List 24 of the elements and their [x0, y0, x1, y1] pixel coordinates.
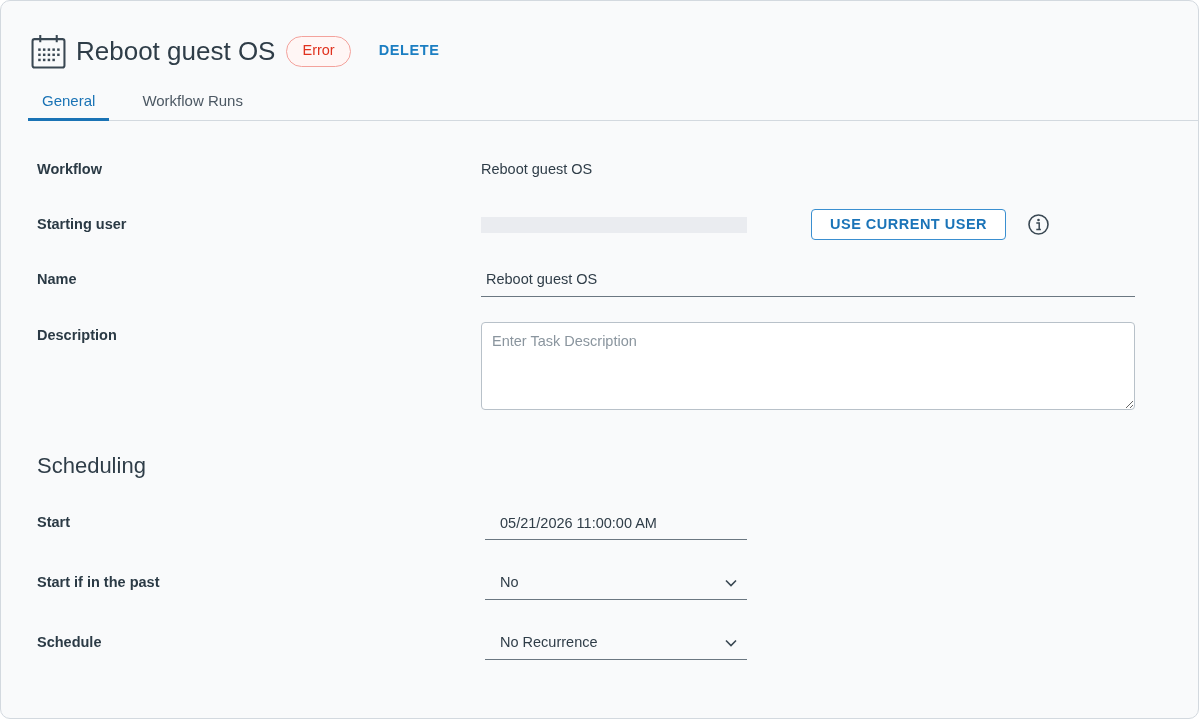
input-field[interactable]: Reboot guest OS: [481, 262, 1135, 297]
calendar-icon: [31, 33, 66, 69]
page-title: Reboot guest OS: [76, 35, 276, 68]
field-label: Name: [37, 269, 78, 289]
field-label: Workflow: [37, 159, 103, 179]
select-field[interactable]: No Recurrence: [485, 626, 747, 660]
tab[interactable]: Workflow Runs: [128, 84, 257, 121]
section-heading: Scheduling: [37, 452, 147, 480]
delete-link[interactable]: DELETE: [378, 40, 440, 62]
field-label: Start: [37, 513, 72, 533]
description-field[interactable]: Enter Task Description: [481, 322, 1135, 410]
tab[interactable]: General: [28, 84, 110, 121]
field-label: Schedule: [37, 633, 103, 653]
status-badge: Error: [286, 35, 351, 67]
field-value: Reboot guest OS: [481, 159, 593, 179]
field-label: Description: [37, 326, 118, 345]
chevron-down-icon: [725, 578, 737, 587]
field-label: Starting user: [37, 214, 128, 234]
field-label: Start if in the past: [37, 573, 161, 593]
info-icon: [1028, 214, 1050, 235]
use-current-user-button[interactable]: USE CURRENT USER: [811, 209, 1007, 240]
input-field[interactable]: 05/21/2026 11:00:00 AM: [485, 506, 747, 540]
chevron-down-icon: [725, 638, 737, 647]
select-field[interactable]: No: [485, 566, 747, 600]
